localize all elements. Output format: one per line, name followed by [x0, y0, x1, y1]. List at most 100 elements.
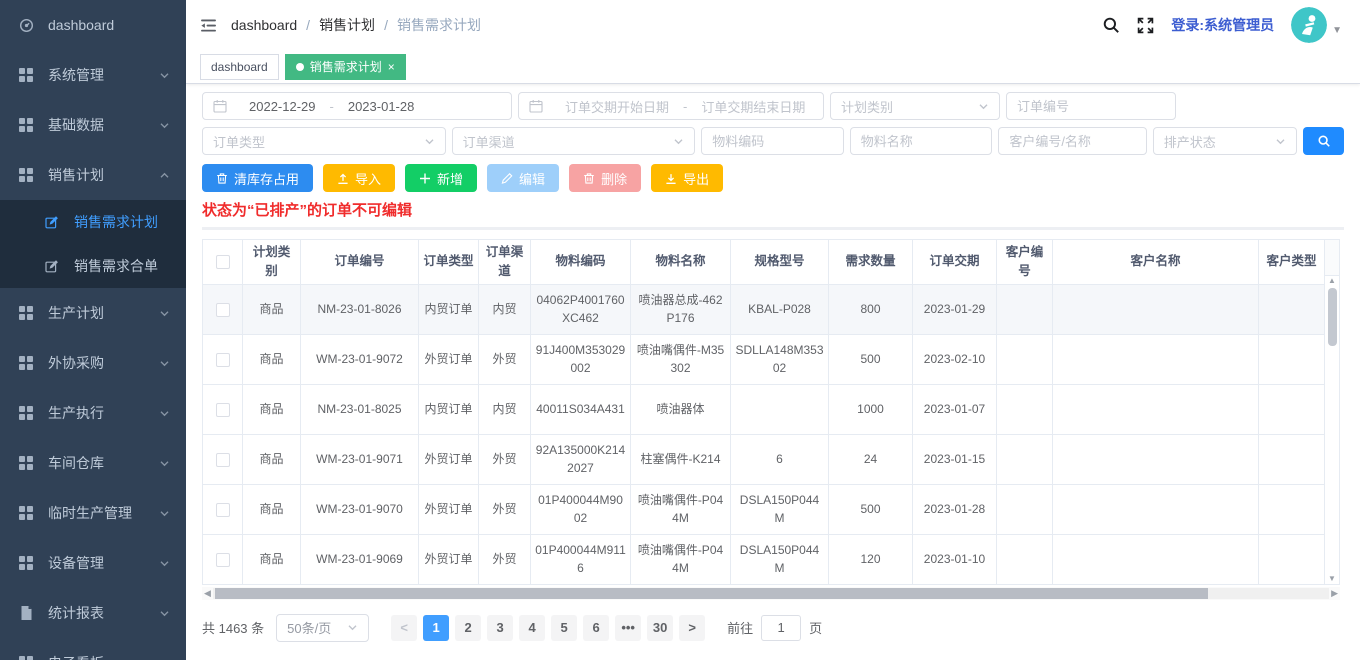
- row-checkbox[interactable]: [216, 303, 230, 317]
- avatar[interactable]: [1291, 7, 1327, 43]
- search-button[interactable]: [1303, 127, 1344, 155]
- grid-icon: [18, 656, 34, 660]
- sidebar-item-10[interactable]: 统计报表: [0, 588, 186, 638]
- breadcrumb: dashboard / 销售计划 / 销售需求计划: [231, 15, 481, 35]
- sidebar-item-0[interactable]: dashboard: [0, 0, 186, 50]
- close-icon[interactable]: ×: [388, 61, 395, 73]
- scroll-up-icon[interactable]: ▲: [1328, 276, 1336, 286]
- clear-stock-button[interactable]: 清库存占用: [202, 164, 313, 192]
- more-pages-button[interactable]: •••: [615, 615, 641, 641]
- breadcrumb-current: 销售需求计划: [397, 15, 481, 35]
- edit-button[interactable]: 编辑: [487, 164, 559, 192]
- customer-input[interactable]: [998, 127, 1146, 155]
- scroll-left-icon[interactable]: ◀: [202, 588, 213, 599]
- row-checkbox[interactable]: [216, 553, 230, 567]
- page-button-5[interactable]: 5: [551, 615, 577, 641]
- sidebar-item-7[interactable]: 车间仓库: [0, 438, 186, 488]
- table-cell: 800: [829, 284, 913, 334]
- page-button-3[interactable]: 3: [487, 615, 513, 641]
- table-cell: NM-23-01-8026: [301, 284, 419, 334]
- scroll-right-icon[interactable]: ▶: [1329, 588, 1340, 599]
- row-checkbox[interactable]: [216, 503, 230, 517]
- material-name-field[interactable]: [861, 134, 982, 149]
- sidebar-item-3[interactable]: 销售计划: [0, 150, 186, 200]
- order-channel-select[interactable]: 订单渠道: [452, 127, 696, 155]
- sidebar: dashboard系统管理基础数据销售计划销售需求计划销售需求合单生产计划外协采…: [0, 0, 186, 660]
- table-row[interactable]: 商品WM-23-01-9070外贸订单外贸01P400044M9002喷油嘴偶件…: [203, 484, 1325, 534]
- export-button[interactable]: 导出: [651, 164, 723, 192]
- plan-category-select[interactable]: 计划类别: [830, 92, 1000, 120]
- table-cell: 商品: [243, 434, 301, 484]
- submenu-item-0[interactable]: 销售需求计划: [0, 200, 186, 244]
- user-menu[interactable]: ▼: [1291, 7, 1342, 43]
- hamburger-fold-icon[interactable]: [200, 17, 217, 34]
- table-row[interactable]: 商品WM-23-01-9069外贸订单外贸01P400044M9116喷油嘴偶件…: [203, 534, 1325, 584]
- material-code-field[interactable]: [712, 134, 833, 149]
- sidebar-item-9[interactable]: 设备管理: [0, 538, 186, 588]
- table-row[interactable]: 商品WM-23-01-9072外贸订单外贸91J400M353029002喷油嘴…: [203, 334, 1325, 384]
- sidebar-item-8[interactable]: 临时生产管理: [0, 488, 186, 538]
- row-checkbox[interactable]: [216, 403, 230, 417]
- row-checkbox[interactable]: [216, 453, 230, 467]
- import-button[interactable]: 导入: [323, 164, 395, 192]
- order-no-field[interactable]: [1017, 99, 1165, 114]
- page-button-4[interactable]: 4: [519, 615, 545, 641]
- grid-icon: [18, 306, 34, 320]
- grid-icon: [18, 168, 34, 182]
- breadcrumb-dashboard[interactable]: dashboard: [231, 17, 297, 33]
- material-name-input[interactable]: [850, 127, 993, 155]
- goto-page-input[interactable]: [761, 615, 801, 641]
- table-cell: WM-23-01-9069: [301, 534, 419, 584]
- table-row[interactable]: 商品WM-23-01-9071外贸订单外贸92A135000K2142027柱塞…: [203, 434, 1325, 484]
- horizontal-scrollbar[interactable]: ◀ ▶: [202, 587, 1340, 600]
- breadcrumb-separator: /: [306, 17, 310, 33]
- sidebar-item-2[interactable]: 基础数据: [0, 100, 186, 150]
- sidebar-item-11[interactable]: 电子看板: [0, 638, 186, 660]
- navbar-right: 登录:系统管理员 ▼: [1102, 7, 1342, 43]
- delete-button[interactable]: 删除: [569, 164, 641, 192]
- table-cell: [1259, 484, 1325, 534]
- vertical-scroll-thumb[interactable]: [1328, 288, 1337, 346]
- table-cell: 2023-01-10: [913, 534, 997, 584]
- material-code-input[interactable]: [701, 127, 844, 155]
- fullscreen-icon[interactable]: [1137, 17, 1154, 34]
- filter-row-1: 2022-12-29 - 2023-01-28 订单交期开始日期 - 订单交期结…: [202, 92, 1344, 120]
- tab-sales-demand-plan[interactable]: 销售需求计划 ×: [285, 54, 406, 80]
- sidebar-item-5[interactable]: 外协采购: [0, 338, 186, 388]
- delivery-date-range-picker[interactable]: 订单交期开始日期 - 订单交期结束日期: [518, 92, 824, 120]
- order-no-input[interactable]: [1006, 92, 1176, 120]
- submenu-item-1[interactable]: 销售需求合单: [0, 244, 186, 288]
- create-date-range-picker[interactable]: 2022-12-29 - 2023-01-28: [202, 92, 512, 120]
- scroll-down-icon[interactable]: ▼: [1328, 574, 1336, 584]
- add-button[interactable]: 新增: [405, 164, 477, 192]
- page-size-select[interactable]: 50条/页: [276, 614, 369, 642]
- next-page-button[interactable]: >: [679, 615, 705, 641]
- page-button-30[interactable]: 30: [647, 615, 673, 641]
- order-type-select[interactable]: 订单类型: [202, 127, 446, 155]
- table-cell: [1259, 384, 1325, 434]
- tab-dashboard[interactable]: dashboard: [200, 54, 279, 80]
- row-checkbox[interactable]: [216, 353, 230, 367]
- prev-page-button[interactable]: <: [391, 615, 417, 641]
- menu-item-label: 统计报表: [48, 603, 159, 623]
- vertical-scrollbar[interactable]: ▲ ▼: [1325, 239, 1340, 585]
- customer-field[interactable]: [1009, 134, 1135, 149]
- breadcrumb-sales-plan[interactable]: 销售计划: [319, 15, 375, 35]
- sidebar-item-6[interactable]: 生产执行: [0, 388, 186, 438]
- sidebar-item-4[interactable]: 生产计划: [0, 288, 186, 338]
- dashboard-icon: [18, 18, 34, 33]
- table-row[interactable]: 商品NM-23-01-8026内贸订单内贸04062P4001760XC462喷…: [203, 284, 1325, 334]
- column-header: 计划类别: [243, 240, 301, 285]
- table-cell: 外贸订单: [419, 484, 479, 534]
- table-row[interactable]: 商品NM-23-01-8025内贸订单内贸40011S034A431喷油器体10…: [203, 384, 1325, 434]
- table-cell: 2023-01-15: [913, 434, 997, 484]
- schedule-status-select[interactable]: 排产状态: [1153, 127, 1297, 155]
- page-button-6[interactable]: 6: [583, 615, 609, 641]
- table-cell: [731, 384, 829, 434]
- search-icon[interactable]: [1102, 16, 1120, 34]
- page-button-2[interactable]: 2: [455, 615, 481, 641]
- select-all-checkbox[interactable]: [216, 255, 230, 269]
- page-button-1[interactable]: 1: [423, 615, 449, 641]
- horizontal-scroll-thumb[interactable]: [215, 588, 1208, 599]
- sidebar-item-1[interactable]: 系统管理: [0, 50, 186, 100]
